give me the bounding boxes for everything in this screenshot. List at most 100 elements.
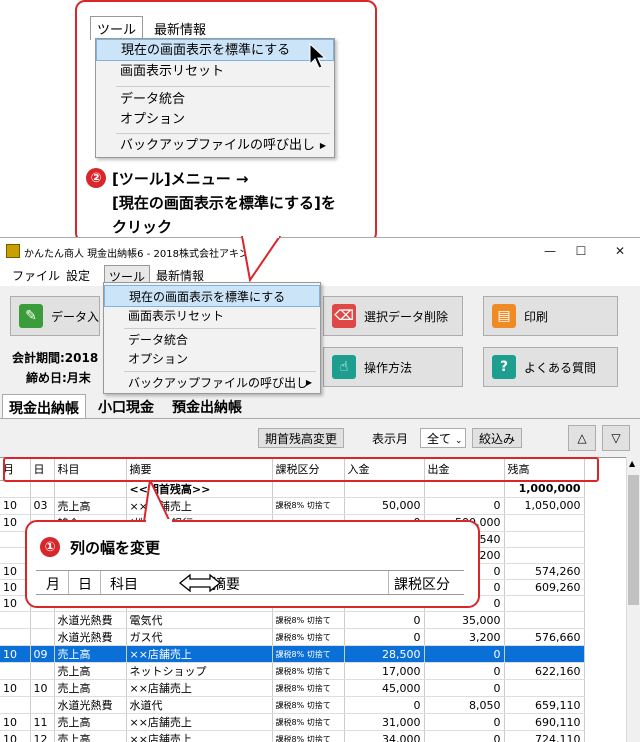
table-cell: 8,050 [424,696,505,715]
menu-settings[interactable]: 設定 [66,267,90,284]
table-cell: 0 [424,662,505,681]
step-2-line3: クリック [112,218,173,236]
table-cell: 課税8% 切捨て [272,628,345,647]
month-select[interactable]: 全て ⌄ [420,428,466,448]
table-cell: 水道光熱費 [54,696,127,715]
top-menu-latest: 最新情報 [154,23,207,38]
menu-item-option[interactable]: オプション [104,348,320,370]
faq-button[interactable]: ? よくある質問 [483,347,618,387]
table-cell: 水道代 [126,696,273,715]
table-cell: 課税8% 切捨て [272,730,345,742]
table-cell: 0 [424,713,505,732]
table-cell: 45,000 [344,679,425,698]
filter-bar: 期首残高変更 表示月 全て ⌄ 絞込み △ ▽ [0,418,640,458]
table-cell: ガス代 [126,628,273,647]
table-cell: 0 [344,628,425,647]
scroll-up-button[interactable]: △ [568,425,596,451]
tab-deposit-book[interactable]: 預金出納帳 [166,394,248,418]
table-cell: 売上高 [54,497,127,515]
table-cell: 3,200 [424,628,505,647]
table-cell: ネットショップ [126,662,273,681]
scroll-up-arrow-icon[interactable]: ▲ [629,459,635,468]
table-cell: 576,660 [504,628,585,647]
step-2-badge: ② [86,168,106,188]
mouse-cursor-icon [309,42,327,69]
table-cell: 売上高 [54,730,127,742]
table-cell: 10 [0,679,31,698]
table-cell: 09 [30,645,55,664]
table-cell: 0 [424,679,505,698]
change-opening-balance-button[interactable]: 期首残高変更 [258,428,345,448]
menu-file[interactable]: ファイル [12,267,60,284]
pencil-icon: ✎ [19,304,43,328]
table-cell: 28,500 [344,645,425,664]
resize-arrows-icon [178,573,222,593]
table-cell [504,595,585,613]
table-row[interactable]: 1003売上高××店舗売上課税8% 切捨て50,00001,050,000 [0,497,585,515]
minimize-button[interactable]: — [535,242,565,260]
table-cell: 12 [30,730,55,742]
table-row[interactable]: 水道光熱費 水道代 課税8% 切捨て 0 8,050 659,110 [0,696,585,715]
table-cell: 690,110 [504,713,585,732]
table-cell: 10 [0,713,31,732]
hand-pointer-icon: ☝ [332,355,356,379]
table-cell: 課税8% 切捨て [272,497,345,515]
table-row[interactable]: 売上高 ネットショップ 課税8% 切捨て 17,000 0 622,160 [0,662,585,681]
print-icon: ▤ [492,304,516,328]
table-cell [0,696,31,715]
table-row[interactable]: 10 12 売上高 ××店舗売上 課税8% 切捨て 34,000 0 724,110 [0,730,585,742]
table-row[interactable]: <<期首残高>> 1,000,000 [0,480,585,498]
table-cell: 0 [344,611,425,630]
table-cell [344,480,425,498]
scroll-thumb[interactable] [628,475,639,605]
table-cell: 水道光熱費 [54,611,127,630]
table-cell [30,628,55,647]
delete-selected-label: 選択データ削除 [364,309,449,324]
narrow-button[interactable]: 絞込み [472,428,523,448]
table-cell: 電気代 [126,611,273,630]
menu-item-reset[interactable]: 画面表示リセット [104,305,320,327]
table-cell: 0 [424,730,505,742]
table-cell: ××店舗売上 [126,713,273,732]
data-input-label: データ入 [50,309,99,324]
table-cell: 574,260 [504,563,585,581]
table-row[interactable]: 10 11 売上高 ××店舗売上 課税8% 切捨て 31,000 0 690,110 [0,713,585,732]
print-button[interactable]: ▤ 印刷 [483,296,618,336]
menu-item-backup[interactable]: バックアップファイルの呼び出し [104,372,320,394]
table-cell [0,611,31,630]
tab-petty-cash[interactable]: 小口現金 [92,394,160,418]
operation-button[interactable]: ☝ 操作方法 [323,347,463,387]
table-cell [30,611,55,630]
table-cell: 売上高 [54,645,127,664]
top-item-option: オプション [120,112,186,127]
table-cell [504,611,585,630]
close-button[interactable]: ✕ [605,242,635,260]
table-cell: 31,000 [344,713,425,732]
scroll-down-button[interactable]: ▽ [602,425,630,451]
table-cell [504,547,585,564]
table-cell [424,480,505,498]
table-row[interactable]: 10 10 売上高 ××店舗売上 課税8% 切捨て 45,000 0 [0,679,585,698]
table-row[interactable]: 10 09 売上高 ××店舗売上 課税8% 切捨て 28,500 0 [0,645,585,664]
table-cell: 売上高 [54,662,127,681]
table-cell [30,662,55,681]
table-cell: 1,050,000 [504,497,585,515]
delete-selected-button[interactable]: ⌫ 選択データ削除 [323,296,463,336]
step-2-line2: [現在の画面表示を標準にする]を [112,194,336,212]
menu-item-set-default[interactable]: 現在の画面表示を標準にする [104,285,320,307]
tab-cash-book[interactable]: 現金出納帳 [2,394,86,418]
table-cell: 35,000 [424,611,505,630]
top-menu-tool: ツール [90,16,144,40]
table-cell: 水道光熱費 [54,628,127,647]
table-cell: 課税8% 切捨て [272,696,345,715]
print-label: 印刷 [524,309,549,324]
table-row[interactable]: 水道光熱費 電気代 課税8% 切捨て 0 35,000 [0,611,585,630]
maximize-button[interactable]: ☐ [566,242,596,260]
top-item-merge: データ統合 [120,92,186,107]
data-input-button[interactable]: ✎ データ入 [10,296,100,336]
table-cell: ××店舗売上 [126,679,273,698]
table-row[interactable]: 水道光熱費 ガス代 課税8% 切捨て 0 3,200 576,660 [0,628,585,647]
step-2-line1: [ツール]メニュー → [112,170,249,188]
vertical-scrollbar[interactable]: ▲ [626,457,640,742]
step-1-title: 列の幅を変更 [70,539,161,557]
